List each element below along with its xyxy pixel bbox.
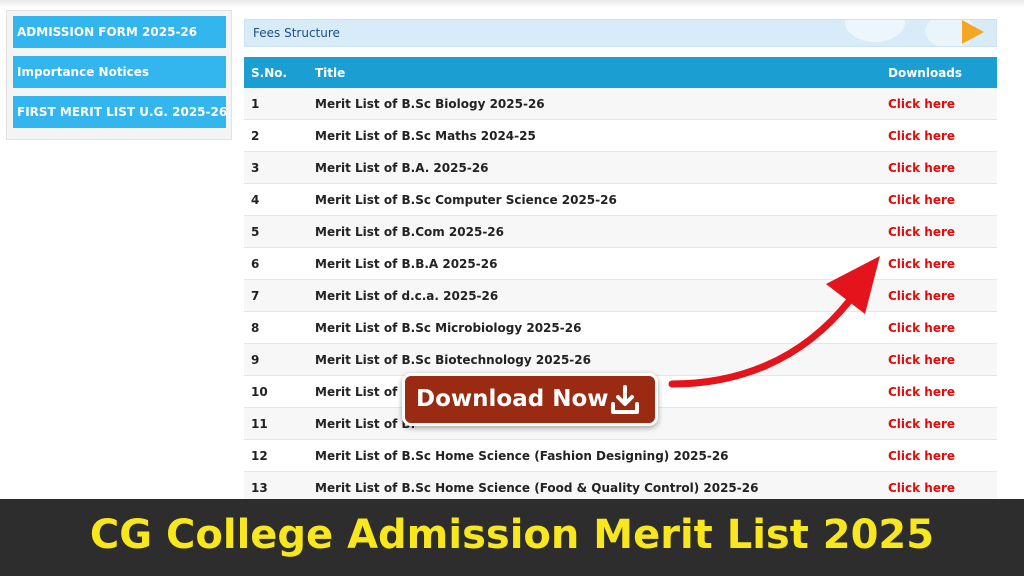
click-here-link[interactable]: Click here: [881, 407, 997, 440]
click-here-link[interactable]: Click here: [881, 88, 997, 120]
click-here-link[interactable]: Click here: [881, 247, 997, 280]
table-row: 8 Merit List of B.Sc Microbiology 2025-26…: [244, 311, 997, 344]
table-header-row: S.No. Title Downloads: [244, 57, 997, 88]
table-row: 12 Merit List of B.Sc Home Science (Fashi…: [244, 439, 997, 472]
click-here-link[interactable]: Click here: [881, 343, 997, 376]
click-here-link[interactable]: Click here: [881, 215, 997, 248]
row-sno: 1: [244, 88, 308, 120]
row-sno: 6: [244, 247, 308, 280]
click-here-link[interactable]: Click here: [881, 375, 997, 408]
row-sno: 7: [244, 279, 308, 312]
table-row: 6 Merit List of B.B.A 2025-26 Click here: [244, 247, 997, 280]
row-sno: 4: [244, 183, 308, 216]
top-edge: [0, 0, 1024, 8]
table-row: 9 Merit List of B.Sc Biotechnology 2025-2…: [244, 343, 997, 376]
row-sno: 3: [244, 151, 308, 184]
row-sno: 9: [244, 343, 308, 376]
table-row: 1 Merit List of B.Sc Biology 2025-26 Click…: [244, 88, 997, 120]
click-here-link[interactable]: Click here: [881, 151, 997, 184]
click-here-link[interactable]: Click here: [881, 311, 997, 344]
click-here-link[interactable]: Click here: [881, 439, 997, 472]
row-sno: 8: [244, 311, 308, 344]
table-row: 4 Merit List of B.Sc Computer Science 202…: [244, 183, 997, 216]
merit-list-table-container: S.No. Title Downloads 1 Merit List of B.S…: [244, 57, 997, 504]
sidebar-item-first-merit-list[interactable]: FIRST MERIT LIST U.G. 2025-26: [13, 96, 226, 128]
row-title: Merit List of B.Sc Computer Science 2025…: [308, 183, 881, 216]
header-downloads: Downloads: [881, 57, 997, 88]
row-sno: 11: [244, 407, 308, 440]
flag-icon: [962, 20, 984, 44]
row-sno: 2: [244, 119, 308, 152]
table-row: 5 Merit List of B.Com 2025-26 Click here: [244, 215, 997, 248]
download-now-button[interactable]: Download Now: [402, 373, 658, 426]
row-sno: 5: [244, 215, 308, 248]
header-title: Title: [308, 57, 881, 88]
row-title: Merit List of B.Sc Maths 2024-25: [308, 119, 881, 152]
row-title: Merit List of B.Sc Microbiology 2025-26: [308, 311, 881, 344]
banner-title: CG College Admission Merit List 2025: [89, 512, 935, 558]
merit-list-table: S.No. Title Downloads 1 Merit List of B.S…: [244, 57, 997, 504]
table-row: 2 Merit List of B.Sc Maths 2024-25 Click h…: [244, 119, 997, 152]
table-body: 1 Merit List of B.Sc Biology 2025-26 Click…: [244, 88, 997, 504]
row-title: Merit List of B.B.A 2025-26: [308, 247, 881, 280]
row-title: Merit List of B.Com 2025-26: [308, 215, 881, 248]
download-icon: [611, 385, 639, 414]
click-here-link[interactable]: Click here: [881, 183, 997, 216]
sidebar-item-importance-notices[interactable]: Importance Notices: [13, 56, 226, 88]
row-sno: 10: [244, 375, 308, 408]
title-banner: CG College Admission Merit List 2025: [0, 499, 1024, 576]
row-title: Merit List of B.Sc Home Science (Fashion…: [308, 439, 881, 472]
decorative-bubble: [845, 20, 905, 42]
fees-structure-bar[interactable]: Fees Structure: [244, 19, 997, 47]
row-sno: 12: [244, 439, 308, 472]
row-title: Merit List of B.A. 2025-26: [308, 151, 881, 184]
row-title: Merit List of B.Sc Biotechnology 2025-26: [308, 343, 881, 376]
click-here-link[interactable]: Click here: [881, 279, 997, 312]
sidebar-item-admission-form[interactable]: ADMISSION FORM 2025-26: [13, 16, 226, 48]
fees-structure-label: Fees Structure: [253, 26, 340, 40]
table-row: 7 Merit List of d.c.a. 2025-26 Click here: [244, 279, 997, 312]
sidebar: ADMISSION FORM 2025-26 Importance Notice…: [6, 10, 232, 140]
row-title: Merit List of d.c.a. 2025-26: [308, 279, 881, 312]
table-row: 3 Merit List of B.A. 2025-26 Click here: [244, 151, 997, 184]
download-now-label: Download Now: [416, 386, 609, 412]
row-title: Merit List of B.Sc Biology 2025-26: [308, 88, 881, 120]
click-here-link[interactable]: Click here: [881, 119, 997, 152]
header-sno: S.No.: [244, 57, 308, 88]
